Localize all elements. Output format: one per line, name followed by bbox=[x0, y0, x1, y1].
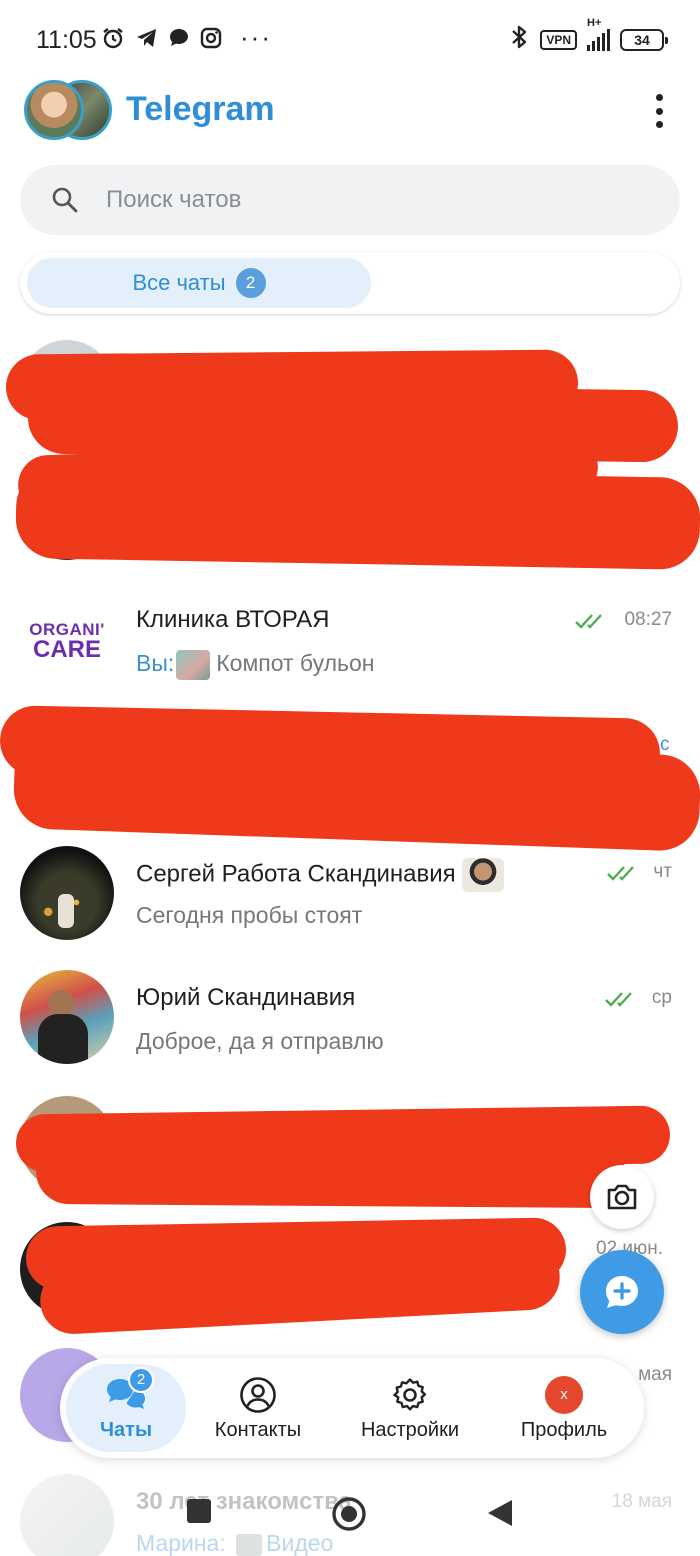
vpn-badge: VPN bbox=[540, 29, 577, 50]
chat-preview: Вы: Компот бульон bbox=[136, 650, 375, 680]
camera-button[interactable] bbox=[590, 1165, 654, 1229]
chat-time: чт bbox=[653, 861, 672, 882]
back-button[interactable] bbox=[486, 1498, 514, 1533]
chat-preview: Доброе, да я отправлю bbox=[136, 1028, 384, 1054]
avatar-logo-text-top: ORGANI' bbox=[29, 619, 105, 639]
search-input[interactable] bbox=[106, 165, 646, 235]
folder-tabs: Все чаты 2 bbox=[20, 252, 680, 314]
app-header: Telegram bbox=[0, 78, 700, 148]
photo-thumbnail bbox=[176, 650, 211, 680]
chats-unread-badge: 2 bbox=[128, 1366, 154, 1393]
camera-icon bbox=[607, 1184, 637, 1210]
instagram-notification-icon bbox=[198, 24, 224, 52]
chat-bubble-notification-icon bbox=[166, 24, 192, 52]
profile-avatar: x bbox=[545, 1375, 583, 1414]
nav-chats[interactable]: 2 Чаты bbox=[66, 1364, 186, 1452]
status-time: 11:05 bbox=[36, 26, 97, 54]
telegram-notification-icon bbox=[134, 24, 160, 52]
double-check-icon bbox=[575, 614, 602, 629]
search-bar[interactable] bbox=[20, 165, 680, 235]
chat-row-yuri[interactable]: Юрий Скандинавия ср Доброе, да я отправл… bbox=[0, 956, 700, 1082]
avatar bbox=[20, 846, 114, 940]
nav-chats-label: Чаты bbox=[99, 1418, 153, 1441]
nav-contacts-label: Контакты bbox=[214, 1418, 302, 1441]
chat-time: 08:27 bbox=[624, 609, 672, 630]
more-options-icon[interactable] bbox=[648, 94, 670, 128]
avatar-logo-text-bottom: CARE bbox=[32, 635, 101, 663]
chat-name: Юрий Скандинавия bbox=[136, 984, 356, 1011]
bluetooth-icon bbox=[508, 24, 530, 55]
double-check-icon bbox=[605, 992, 632, 1007]
sender-label: Вы: bbox=[136, 650, 175, 677]
square-icon bbox=[187, 1499, 211, 1523]
signal-icon: H+ bbox=[587, 17, 610, 51]
chat-row-sergey[interactable]: Сергей Работа Скандинавия чт Сегодня про… bbox=[0, 830, 700, 956]
status-indicators: VPN H+ 34 bbox=[508, 17, 668, 55]
avatar bbox=[20, 970, 114, 1064]
battery-icon: 34 bbox=[620, 28, 668, 51]
unread-count-badge: 2 bbox=[235, 268, 266, 298]
nav-profile[interactable]: x Профиль bbox=[506, 1364, 622, 1452]
search-icon bbox=[52, 187, 78, 213]
account-switcher[interactable] bbox=[24, 80, 114, 140]
gear-icon bbox=[393, 1377, 427, 1410]
app-title: Telegram bbox=[126, 90, 275, 128]
tab-all-chats[interactable]: Все чаты 2 bbox=[27, 258, 371, 308]
double-check-icon bbox=[607, 866, 634, 881]
custom-emoji bbox=[461, 858, 504, 892]
nav-contacts[interactable]: Контакты bbox=[200, 1364, 316, 1452]
compose-icon bbox=[606, 1276, 638, 1308]
alarm-icon bbox=[100, 24, 126, 52]
chat-row-clinic[interactable]: ORGANI' CARE Клиника ВТОРАЯ 08:27 Вы: Ком… bbox=[0, 578, 700, 704]
chat-name-text: Сергей Работа Скандинавия bbox=[136, 860, 456, 888]
nav-settings-label: Настройки bbox=[360, 1418, 460, 1441]
contacts-icon bbox=[240, 1376, 276, 1413]
tab-all-chats-label: Все чаты bbox=[132, 270, 226, 295]
chat-preview: Сегодня пробы стоят bbox=[136, 902, 363, 928]
recent-apps-button[interactable] bbox=[186, 1498, 212, 1529]
more-notifications-indicator: ··· bbox=[240, 22, 272, 52]
preview-text: Компот бульон bbox=[216, 650, 375, 677]
chat-name: Сергей Работа Скандинавия bbox=[136, 858, 504, 892]
chat-time: мая bbox=[638, 1364, 672, 1385]
chat-time: ср bbox=[651, 987, 672, 1008]
chat-name: Клиника ВТОРАЯ bbox=[136, 606, 330, 633]
bottom-navigation: 2 Чаты Контакты Настройки x Профиль bbox=[60, 1358, 644, 1458]
nav-profile-label: Профиль bbox=[520, 1418, 608, 1441]
avatar: ORGANI' CARE bbox=[20, 594, 114, 688]
back-triangle-icon bbox=[488, 1500, 512, 1526]
network-type: H+ bbox=[587, 16, 602, 29]
new-message-button[interactable] bbox=[580, 1250, 664, 1334]
home-circle-icon bbox=[332, 1497, 366, 1531]
system-navigation-bar bbox=[0, 1470, 700, 1556]
nav-settings[interactable]: Настройки bbox=[348, 1364, 472, 1452]
account-avatar-primary bbox=[24, 80, 84, 140]
status-bar: 11:05 ··· VPN H+ 34 bbox=[0, 0, 700, 78]
home-button[interactable] bbox=[331, 1496, 367, 1537]
